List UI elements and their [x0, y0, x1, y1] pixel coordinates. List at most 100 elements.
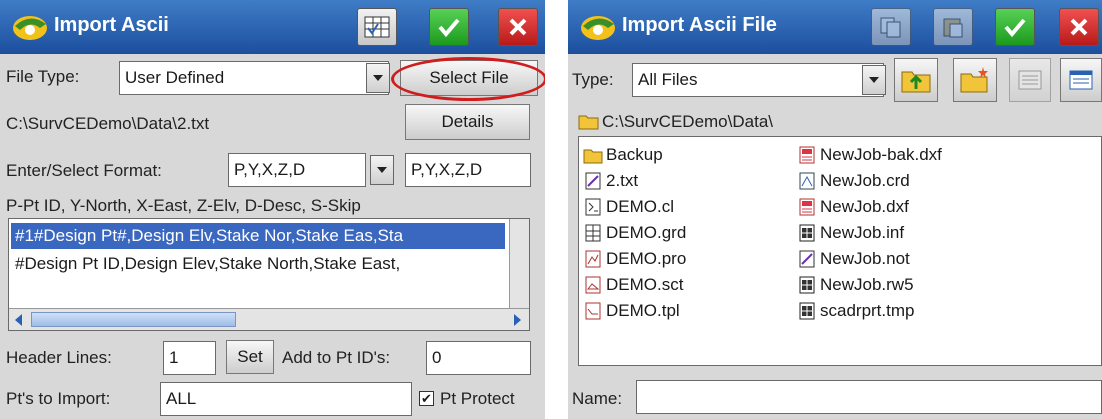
spreadsheet-button[interactable] — [357, 8, 397, 46]
add-to-pt-input[interactable]: 0 — [426, 341, 531, 375]
file-name: scadrprt.tmp — [820, 301, 915, 320]
file-type-dropdown[interactable] — [366, 63, 390, 93]
spreadsheet-icon — [364, 16, 390, 38]
import-ascii-file-dialog: Import Ascii File Type: All Files C:\Sur… — [568, 0, 1102, 419]
title-bar: Import Ascii File — [568, 0, 1102, 54]
section-file-icon — [585, 276, 601, 294]
paste-button[interactable] — [933, 8, 973, 46]
format-text-input[interactable]: P,Y,X,Z,D — [405, 153, 531, 187]
list-view-icon — [1018, 70, 1042, 90]
pts-to-import-label: Pt's to Import: — [6, 389, 111, 408]
set-button[interactable]: Set — [226, 340, 274, 374]
pt-protect-checkbox[interactable]: ✔ — [419, 391, 434, 406]
file-list-item[interactable]: DEMO.tpl — [583, 299, 680, 323]
ok-button[interactable] — [429, 8, 469, 46]
file-name: Backup — [606, 145, 663, 164]
close-button[interactable] — [1059, 8, 1099, 46]
file-name: 2.txt — [606, 171, 639, 190]
table-file-icon — [799, 276, 815, 294]
pts-to-import-input[interactable]: ALL — [160, 382, 412, 416]
name-input[interactable] — [636, 380, 1102, 414]
file-list-item[interactable]: 2.txt — [583, 169, 638, 193]
new-folder-icon — [960, 67, 988, 93]
format-label: Enter/Select Format: — [6, 161, 162, 180]
profile-file-icon — [585, 250, 601, 268]
file-list-item[interactable]: DEMO.grd — [583, 221, 686, 245]
list-item[interactable]: #Design Pt ID,Design Elev,Stake North,St… — [11, 251, 505, 277]
open-folder-icon — [578, 115, 599, 130]
checkmark-icon — [438, 18, 460, 38]
file-list-item[interactable]: DEMO.cl — [583, 195, 674, 219]
text-file-icon — [585, 172, 601, 190]
file-list-item[interactable]: NewJob.rw5 — [797, 273, 914, 297]
format-dropdown[interactable] — [370, 155, 394, 185]
table-file-icon — [799, 302, 815, 320]
details-button[interactable]: Details — [405, 104, 530, 140]
file-name: DEMO.cl — [606, 197, 674, 216]
paste-icon — [943, 18, 963, 38]
note-file-icon — [799, 250, 815, 268]
file-list-item[interactable]: scadrprt.tmp — [797, 299, 914, 323]
crd-file-icon — [799, 172, 815, 190]
file-name: NewJob.inf — [820, 223, 905, 242]
header-lines-input[interactable]: 1 — [163, 341, 216, 375]
file-name: NewJob.not — [820, 249, 910, 268]
highlight-oval — [391, 57, 545, 101]
folder-up-icon — [901, 71, 931, 93]
dxf-file-icon — [799, 198, 815, 216]
folder-icon — [583, 149, 603, 164]
copy-button[interactable] — [871, 8, 911, 46]
format-select[interactable]: P,Y,X,Z,D — [228, 153, 366, 187]
import-ascii-dialog: Import Ascii File Type: User Defined Sel… — [0, 0, 545, 419]
list-item[interactable]: #1#Design Pt#,Design Elv,Stake Nor,Stake… — [11, 223, 505, 249]
up-folder-button[interactable] — [894, 58, 938, 102]
template-file-icon — [585, 302, 601, 320]
file-name: NewJob-bak.dxf — [820, 145, 942, 164]
file-name: NewJob.rw5 — [820, 275, 914, 294]
file-list-item[interactable]: Backup — [583, 143, 663, 167]
dialog-title: Import Ascii — [54, 14, 169, 36]
add-to-pt-label: Add to Pt ID's: — [282, 348, 391, 367]
horizontal-scrollbar[interactable] — [9, 308, 529, 330]
file-list-item[interactable]: NewJob.crd — [797, 169, 910, 193]
table-file-icon — [799, 224, 815, 242]
details-view-button[interactable] — [1060, 58, 1102, 102]
file-list-item[interactable]: DEMO.pro — [583, 247, 686, 271]
file-list-item[interactable]: DEMO.sct — [583, 273, 683, 297]
dialog-title: Import Ascii File — [622, 14, 777, 36]
file-list-item[interactable]: NewJob.inf — [797, 221, 904, 245]
title-bar: Import Ascii — [0, 0, 545, 54]
copy-icon — [880, 17, 901, 38]
file-list-item[interactable]: NewJob.not — [797, 247, 910, 271]
file-name: DEMO.tpl — [606, 301, 680, 320]
file-list-item[interactable]: NewJob-bak.dxf — [797, 143, 942, 167]
name-label: Name: — [572, 389, 623, 408]
chevron-down-icon — [373, 75, 383, 81]
surveyor-logo-icon — [13, 16, 47, 40]
type-label: Type: — [572, 70, 614, 89]
cl-file-icon — [585, 198, 601, 216]
format-legend: P-Pt ID, Y-North, X-East, Z-Elv, D-Desc,… — [6, 196, 361, 215]
file-list-item[interactable]: NewJob.dxf — [797, 195, 909, 219]
ok-button[interactable] — [995, 8, 1035, 46]
file-name: DEMO.grd — [606, 223, 687, 242]
chevron-down-icon — [869, 77, 879, 83]
header-lines-label: Header Lines: — [6, 348, 112, 367]
format-list[interactable]: #1#Design Pt#,Design Elv,Stake Nor,Stake… — [8, 218, 530, 331]
arrow-left-icon[interactable] — [11, 312, 27, 328]
current-path: C:\SurvCEDemo\Data\ — [602, 112, 773, 131]
type-dropdown[interactable] — [862, 65, 886, 95]
close-icon — [509, 18, 527, 36]
close-button[interactable] — [498, 8, 538, 46]
close-icon — [1070, 18, 1088, 36]
file-name: DEMO.sct — [606, 275, 684, 294]
file-type-select[interactable]: User Defined — [119, 61, 389, 95]
vertical-scrollbar[interactable] — [509, 219, 529, 308]
arrow-right-icon[interactable] — [509, 312, 525, 328]
list-view-button[interactable] — [1009, 58, 1051, 102]
pt-protect-label: Pt Protect — [440, 389, 515, 408]
type-select[interactable]: All Files — [632, 63, 884, 97]
new-folder-button[interactable] — [953, 58, 997, 102]
scroll-thumb[interactable] — [31, 312, 236, 327]
file-list[interactable]: Backup 2.txt DEMO.cl DEMO.grd DEMO.pro DEMO.s… — [578, 136, 1102, 366]
